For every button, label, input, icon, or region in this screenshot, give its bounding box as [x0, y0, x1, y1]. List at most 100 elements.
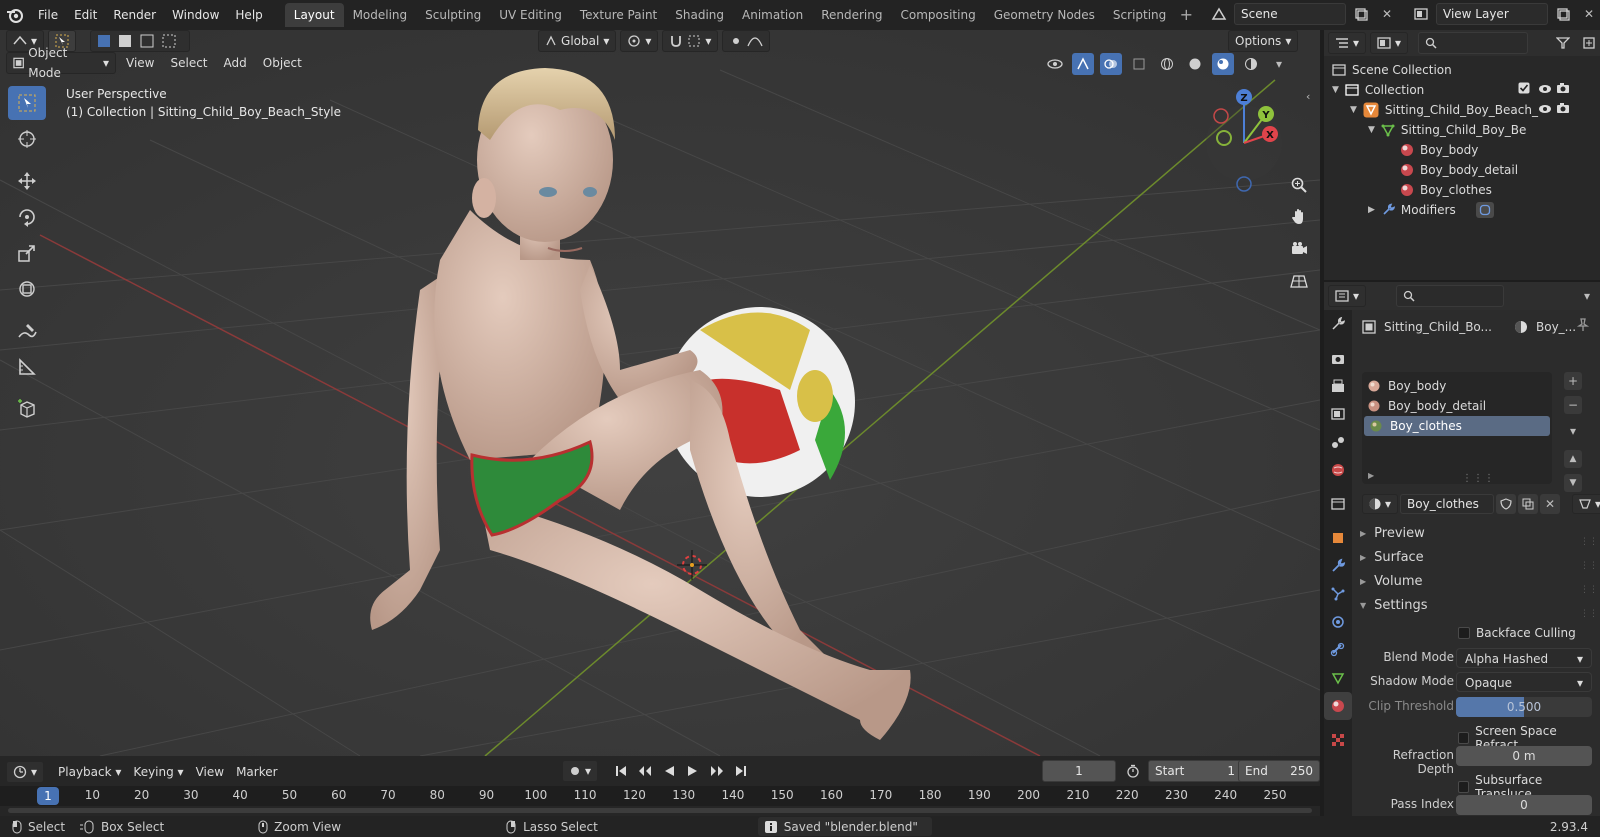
object-render-icon[interactable]	[1556, 100, 1570, 120]
physics-tab[interactable]	[1324, 608, 1352, 636]
menu-edit[interactable]: Edit	[66, 4, 105, 26]
outliner-material-boy-body[interactable]: Boy_body	[1400, 140, 1478, 160]
new-view-layer-icon[interactable]	[1552, 3, 1574, 25]
viewport-menu-object[interactable]: Object	[257, 52, 308, 74]
rotate-tool[interactable]	[8, 200, 46, 234]
collection-eye-icon[interactable]	[1538, 80, 1552, 100]
measure-tool[interactable]	[8, 350, 46, 384]
stopwatch-icon[interactable]	[1122, 760, 1144, 782]
current-frame-field[interactable]: 1	[1042, 760, 1116, 782]
play-icon[interactable]	[682, 760, 704, 782]
new-scene-icon[interactable]	[1350, 3, 1372, 25]
delete-view-layer-icon[interactable]: ✕	[1578, 3, 1600, 25]
rendered-shading-icon[interactable]	[1240, 53, 1262, 75]
outliner-modifiers[interactable]: ▶ Modifiers	[1368, 200, 1494, 220]
material-slot-boy-body[interactable]: Boy_body	[1362, 376, 1552, 396]
pin-icon[interactable]	[1576, 318, 1590, 335]
outliner-scene-collection[interactable]: Scene Collection	[1332, 60, 1452, 80]
tab-animation[interactable]: Animation	[733, 3, 812, 27]
expand-arrow-icon[interactable]: ▶	[1368, 200, 1375, 220]
jump-keyframe-forward-icon[interactable]	[706, 760, 728, 782]
section-volume[interactable]: ▶ Volume	[1360, 574, 1423, 589]
world-tab[interactable]	[1324, 456, 1352, 484]
duplicate-material-icon[interactable]	[1518, 494, 1539, 514]
clip-threshold-slider[interactable]: 0.500	[1456, 697, 1592, 717]
overlays-toggle-icon[interactable]	[1100, 53, 1122, 75]
filter-icon[interactable]	[1552, 32, 1574, 54]
collapse-arrow-icon[interactable]: ▼	[1332, 80, 1339, 100]
collection-tab[interactable]	[1324, 490, 1352, 518]
scene-icon[interactable]	[1208, 3, 1230, 25]
properties-editor-type-button[interactable]: ▾	[1328, 285, 1367, 307]
texture-tab[interactable]	[1324, 726, 1352, 754]
section-preview[interactable]: ▶ Preview	[1360, 526, 1425, 541]
proportional-edit-toggle[interactable]	[722, 30, 771, 52]
blender-logo-icon[interactable]	[0, 0, 30, 30]
jump-end-icon[interactable]	[730, 760, 752, 782]
object-eye-icon[interactable]	[1538, 100, 1552, 120]
material-slot-boy-clothes[interactable]: Boy_clothes	[1364, 416, 1550, 436]
zoom-icon[interactable]	[1284, 170, 1314, 200]
render-tab[interactable]	[1324, 344, 1352, 372]
start-frame-field[interactable]: Start 1	[1148, 760, 1242, 782]
xray-toggle-icon[interactable]	[1128, 53, 1150, 75]
backface-culling-checkbox[interactable]: Backface Culling	[1458, 626, 1576, 640]
fake-user-shield-icon[interactable]	[1496, 494, 1517, 514]
move-slot-up-button[interactable]: ▲	[1564, 450, 1582, 468]
output-tab[interactable]	[1324, 372, 1352, 400]
shadow-mode-dropdown[interactable]: Opaque ▾	[1456, 672, 1592, 692]
outliner-collection[interactable]: ▼ Collection	[1332, 80, 1594, 100]
shading-options-icon[interactable]: ▾	[1268, 53, 1290, 75]
view-layer-field[interactable]: View Layer	[1436, 3, 1548, 25]
selection-mode-buttons[interactable]	[90, 30, 191, 52]
object-mode-dropdown[interactable]: Object Mode ▾	[6, 46, 116, 80]
visibility-icon[interactable]	[1044, 53, 1066, 75]
snap-toggle[interactable]: ▾	[662, 30, 719, 52]
tab-uv-editing[interactable]: UV Editing	[490, 3, 571, 27]
scene-tab[interactable]	[1324, 428, 1352, 456]
3d-viewport[interactable]: Z Y X ▾ Global ▾ ▾ ▾ Options ▾ Object Mo…	[0, 30, 1320, 756]
auto-keying-toggle[interactable]: ▾	[562, 760, 599, 782]
outliner-object[interactable]: ▼ Sitting_Child_Boy_Beach_	[1350, 100, 1594, 120]
material-link-dropdown[interactable]: ▾	[1572, 494, 1600, 514]
collection-render-icon[interactable]	[1556, 80, 1570, 100]
list-expand-icon[interactable]: ▶	[1368, 471, 1374, 480]
view-layer-icon[interactable]	[1410, 3, 1432, 25]
scene-field[interactable]: Scene	[1234, 3, 1346, 25]
timeline-menu-keying[interactable]: Keying ▾	[127, 761, 189, 783]
move-slot-down-button[interactable]: ▼	[1564, 474, 1582, 492]
display-mode-button[interactable]: ▾	[1370, 32, 1409, 54]
tab-sculpting[interactable]: Sculpting	[416, 3, 490, 27]
solid-shading-icon[interactable]	[1184, 53, 1206, 75]
cursor-tool[interactable]	[8, 122, 46, 156]
view-layer-tab[interactable]	[1324, 400, 1352, 428]
delete-scene-icon[interactable]: ✕	[1376, 3, 1398, 25]
jump-keyframe-back-icon[interactable]	[634, 760, 656, 782]
timeline-editor-type-button[interactable]: ▾	[6, 761, 45, 783]
viewport-menu-view[interactable]: View	[120, 52, 160, 74]
outliner-search-input[interactable]	[1418, 32, 1529, 54]
list-resize-handle[interactable]: ⋮⋮⋮	[1462, 473, 1495, 484]
modifier-subsurf-icon[interactable]	[1475, 202, 1494, 218]
remove-slot-button[interactable]: −	[1564, 396, 1582, 414]
current-frame-indicator[interactable]: 1	[37, 787, 59, 805]
tool-tab[interactable]	[1324, 310, 1352, 338]
section-settings[interactable]: ▼ Settings	[1360, 598, 1427, 613]
add-workspace-icon[interactable]: +	[1175, 3, 1197, 27]
object-tab[interactable]	[1324, 524, 1352, 552]
pass-index-field[interactable]: 0	[1456, 795, 1592, 815]
object-data-tab[interactable]	[1324, 664, 1352, 692]
outliner-editor-type-button[interactable]: ▾	[1328, 32, 1367, 54]
scale-tool[interactable]	[8, 236, 46, 270]
gizmo-toggle-icon[interactable]	[1072, 53, 1094, 75]
particles-tab[interactable]	[1324, 580, 1352, 608]
tab-compositing[interactable]: Compositing	[891, 3, 984, 27]
material-tab[interactable]	[1324, 692, 1352, 720]
collapse-arrow-icon[interactable]: ▼	[1368, 120, 1375, 140]
add-cube-tool[interactable]	[8, 392, 46, 426]
menu-render[interactable]: Render	[105, 4, 164, 26]
material-preview-shading-icon[interactable]	[1212, 53, 1234, 75]
perspective-toggle-icon[interactable]	[1284, 266, 1314, 296]
timeline-ruler[interactable]: 1 10 20 30 40 50 60 70 80 90 100 110 120 130 140 150 16…	[0, 786, 1320, 806]
camera-view-icon[interactable]	[1284, 234, 1314, 264]
